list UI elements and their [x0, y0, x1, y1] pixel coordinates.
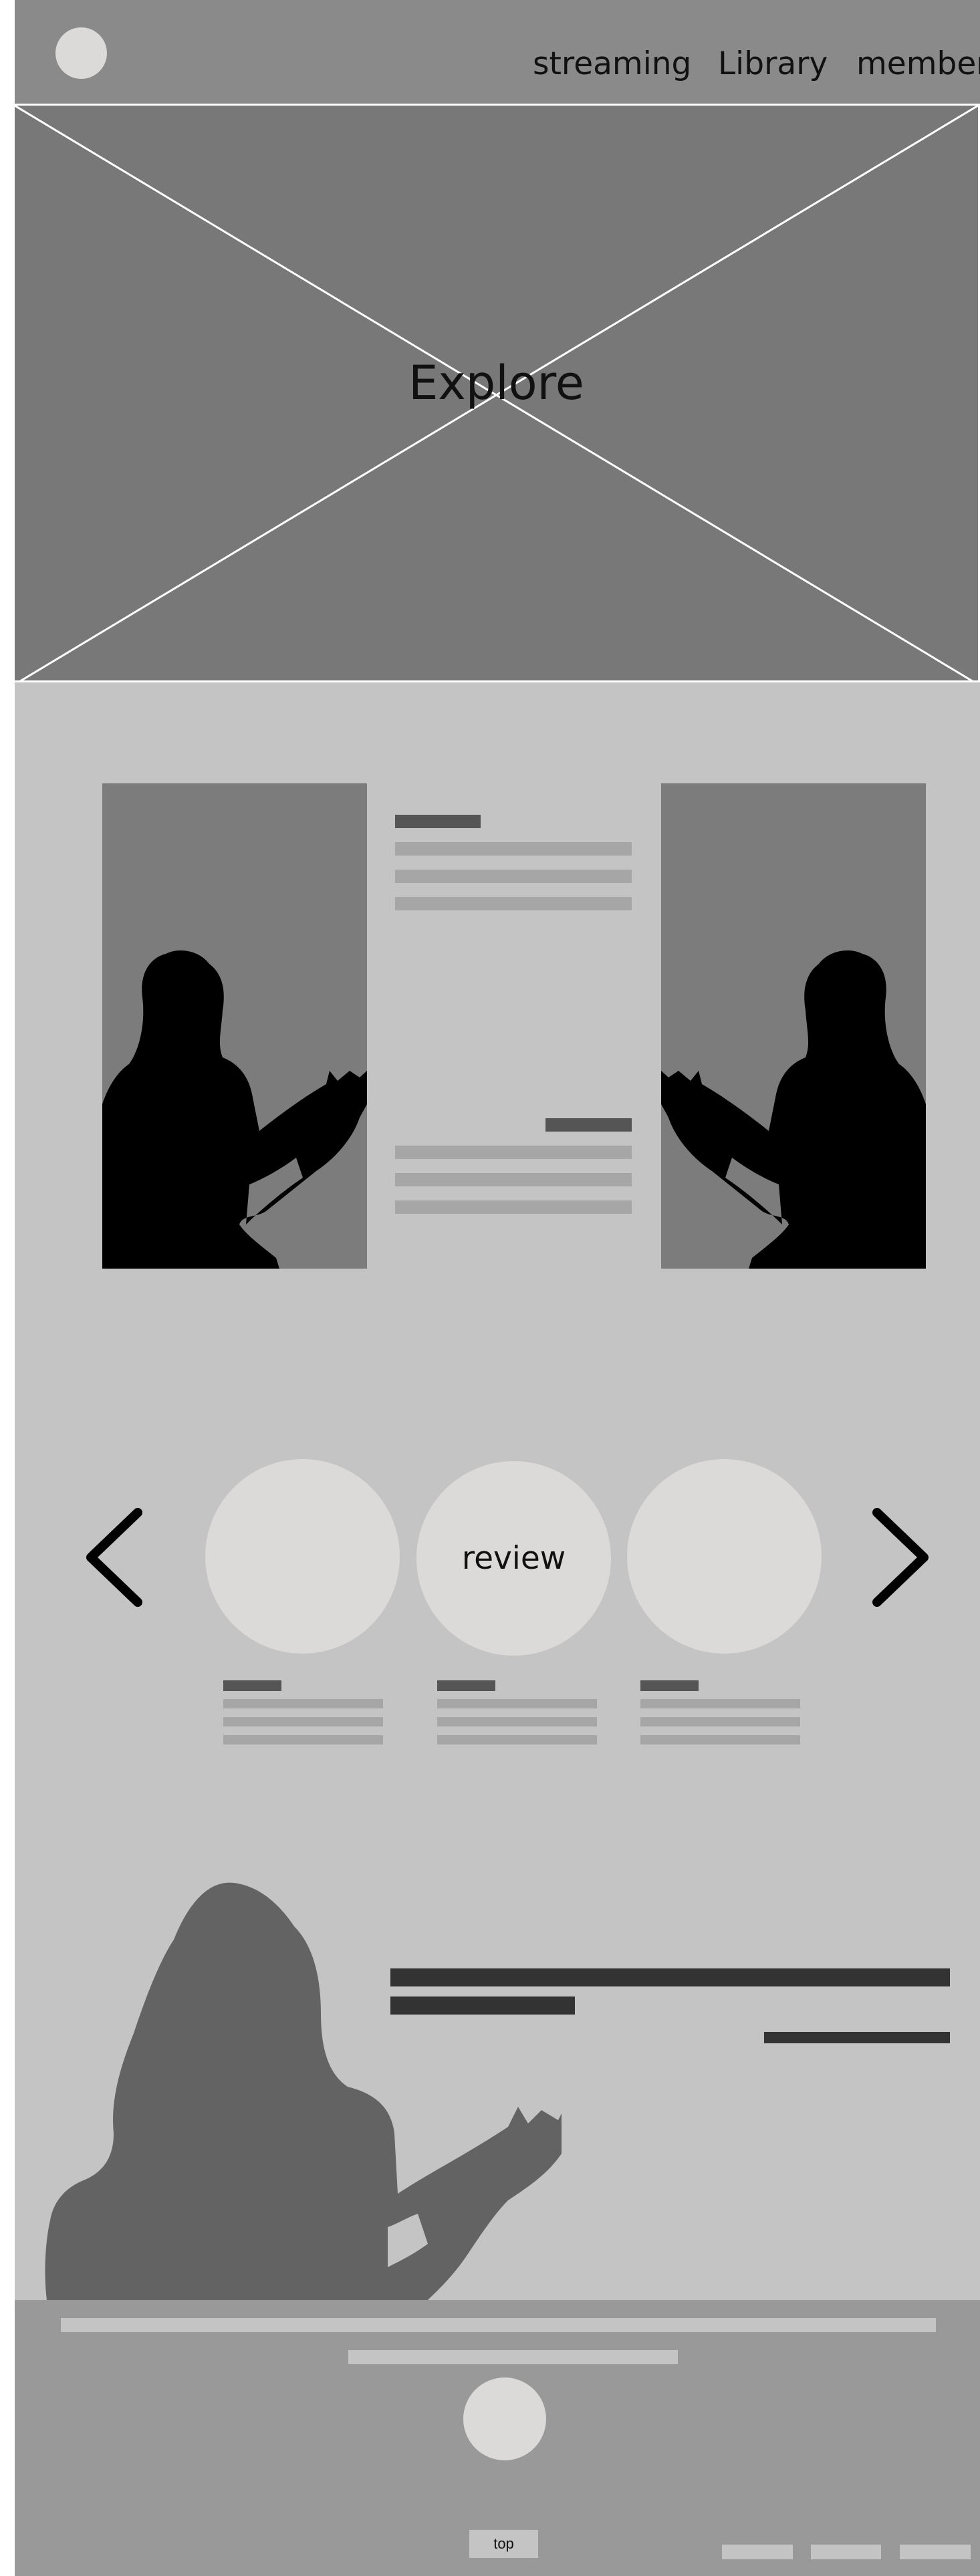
nav-member[interactable]: member: [856, 44, 980, 84]
site-header: [15, 0, 980, 104]
footer-logo[interactable]: [463, 2377, 546, 2460]
page-margin: [0, 0, 15, 2576]
carousel-item-3[interactable]: [627, 1459, 822, 1654]
footer-link[interactable]: [722, 2545, 793, 2559]
text-line-placeholder: [395, 1200, 632, 1214]
caption-line-placeholder: [437, 1735, 597, 1745]
caption-line-placeholder: [640, 1717, 800, 1726]
footer-text-placeholder: [348, 2350, 678, 2364]
carousel-prev-button[interactable]: [84, 1507, 144, 1607]
headline-placeholder: [390, 1997, 575, 2015]
caption-line-placeholder: [437, 1699, 597, 1708]
hero-banner: Explore: [15, 104, 978, 684]
footer-text-placeholder: [61, 2318, 936, 2332]
guitarist-silhouette-icon: [102, 950, 367, 1269]
caption-heading-placeholder: [640, 1680, 699, 1691]
feature-photo-right: [661, 783, 926, 1269]
back-to-top-button[interactable]: top: [469, 2530, 538, 2558]
feature-silhouette: [40, 1880, 562, 2300]
text-heading-placeholder: [545, 1118, 632, 1132]
text-line-placeholder: [395, 1173, 632, 1186]
caption-line-placeholder: [437, 1717, 597, 1726]
text-line-placeholder: [395, 842, 632, 856]
text-heading-placeholder: [395, 815, 481, 828]
byline-placeholder: [764, 2032, 950, 2043]
chevron-right-icon: [872, 1508, 929, 1607]
headline-placeholder: [390, 1968, 950, 1986]
guitarist-silhouette-icon: [661, 950, 926, 1269]
chevron-left-icon: [86, 1508, 142, 1607]
caption-line-placeholder: [223, 1717, 383, 1726]
carousel-item-1[interactable]: [205, 1459, 400, 1654]
hero-title: Explore: [408, 356, 584, 410]
caption-line-placeholder: [223, 1699, 383, 1708]
nav-streaming[interactable]: streaming: [533, 44, 691, 84]
text-line-placeholder: [395, 1146, 632, 1159]
caption-line-placeholder: [223, 1735, 383, 1745]
guitarist-silhouette-icon: [45, 1882, 562, 2300]
footer-link[interactable]: [900, 2545, 971, 2559]
caption-line-placeholder: [640, 1699, 800, 1708]
caption-heading-placeholder: [223, 1680, 281, 1691]
text-line-placeholder: [395, 870, 632, 883]
feature-photo-left: [102, 783, 367, 1269]
caption-heading-placeholder: [437, 1680, 495, 1691]
text-line-placeholder: [395, 897, 632, 910]
nav-library[interactable]: Library: [718, 44, 828, 84]
caption-line-placeholder: [640, 1735, 800, 1745]
carousel-next-button[interactable]: [870, 1507, 931, 1607]
carousel-item-review[interactable]: review: [416, 1461, 611, 1656]
footer-link[interactable]: [811, 2545, 881, 2559]
logo[interactable]: [55, 27, 107, 79]
